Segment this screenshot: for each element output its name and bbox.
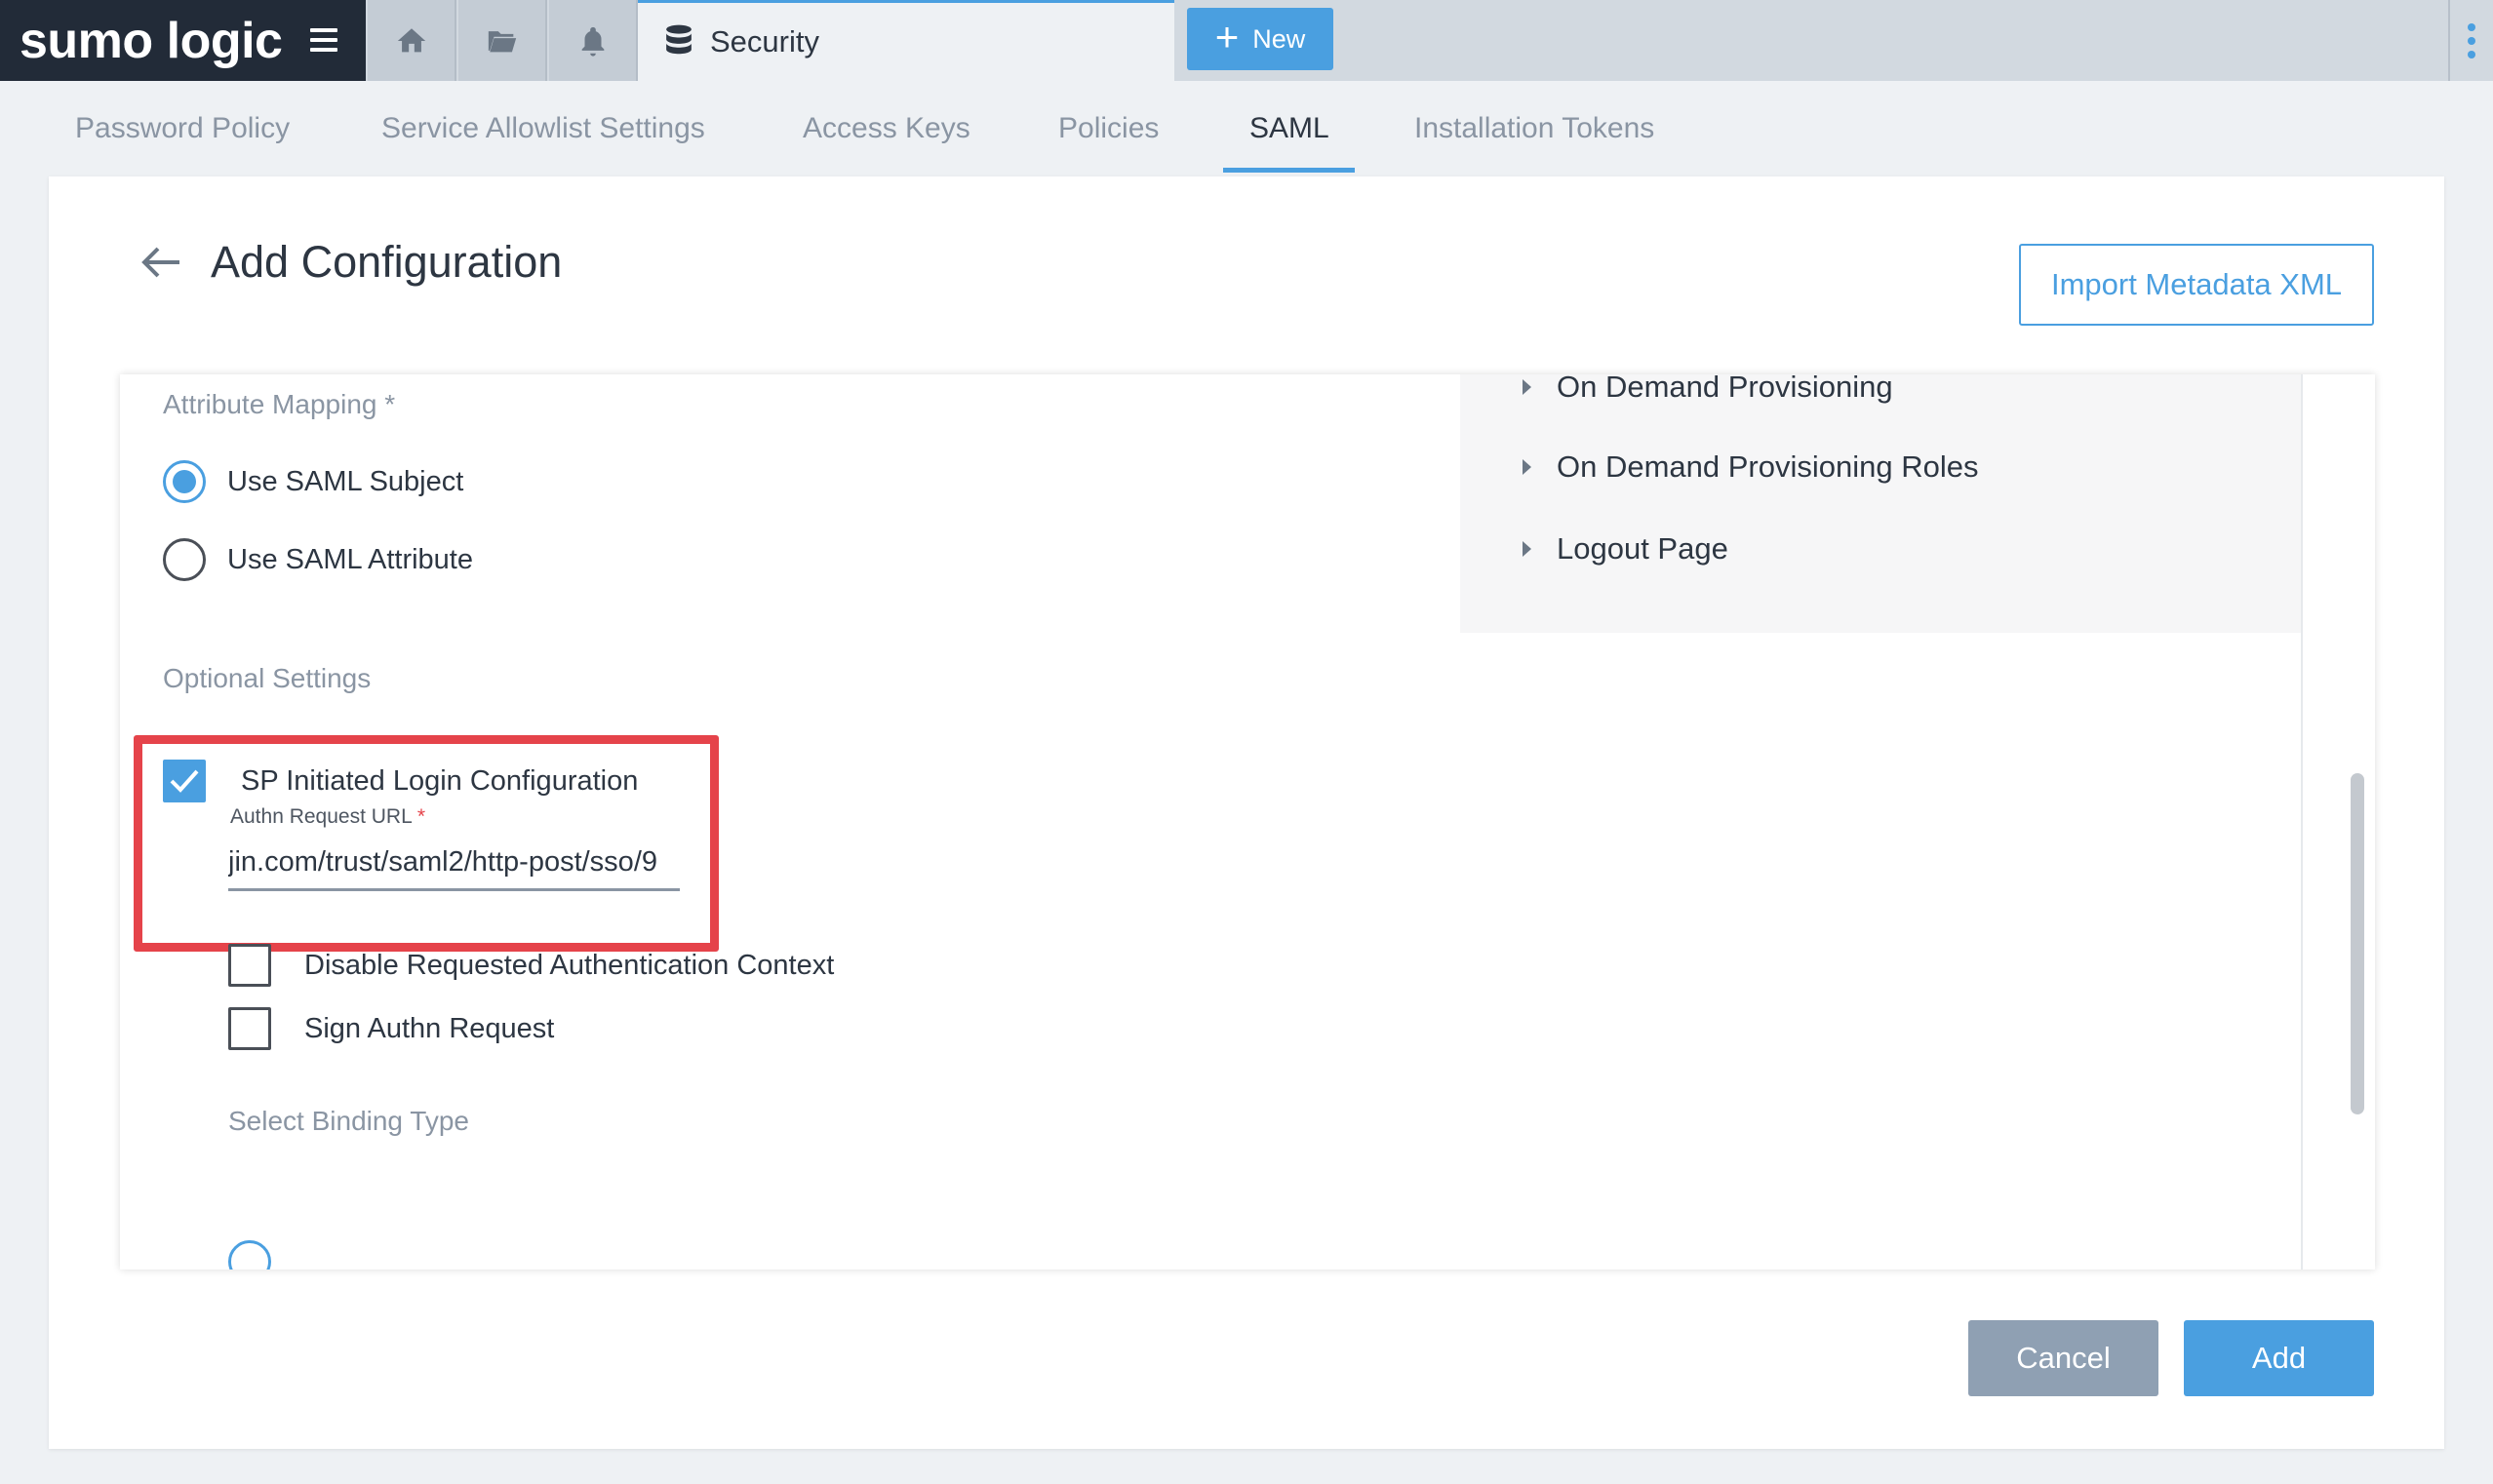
radio-label: Use SAML Attribute: [227, 543, 473, 575]
add-configuration-card: Add Configuration Import Metadata XML On…: [49, 176, 2444, 1449]
back-arrow-icon[interactable]: [138, 245, 183, 280]
checkbox-label: Sign Authn Request: [304, 1012, 555, 1044]
add-button[interactable]: Add: [2184, 1320, 2374, 1396]
top-bar: sumo logic Security + New: [0, 0, 2493, 81]
tab-access-keys[interactable]: Access Keys: [803, 112, 970, 145]
expand-on-demand-provisioning[interactable]: On Demand Provisioning: [1523, 374, 1893, 405]
attribute-mapping-label: Attribute Mapping *: [163, 389, 396, 419]
advanced-options-box: On Demand Provisioning On Demand Provisi…: [1460, 374, 2301, 633]
alerts-button[interactable]: [549, 0, 638, 81]
configuration-form-panel[interactable]: On Demand Provisioning On Demand Provisi…: [120, 374, 2375, 1269]
tab-installation-tokens[interactable]: Installation Tokens: [1414, 112, 1654, 145]
active-tab-indicator: [1223, 168, 1355, 173]
radio-use-saml-attribute[interactable]: Use SAML Attribute: [163, 538, 473, 581]
check-icon: [170, 769, 199, 793]
sign-authn-request-row[interactable]: Sign Authn Request: [228, 1007, 554, 1050]
optional-settings-label: Optional Settings: [163, 663, 372, 693]
authn-request-url-label: Authn Request URL *: [230, 805, 425, 829]
scrollbar-thumb[interactable]: [2351, 773, 2364, 1114]
sp-initiated-label: SP Initiated Login Configuration: [241, 764, 639, 797]
tab-security-label: Security: [710, 24, 819, 59]
radio-button[interactable]: [163, 538, 206, 581]
checkbox-label: Disable Requested Authentication Context: [304, 949, 835, 981]
expand-logout-page[interactable]: Logout Page: [1523, 531, 1728, 566]
brand: sumo logic: [0, 0, 366, 81]
sp-initiated-login-checkbox-row[interactable]: SP Initiated Login Configuration: [163, 760, 638, 802]
select-binding-type-label: Select Binding Type: [228, 1106, 469, 1136]
bell-icon: [581, 26, 604, 57]
folder-icon: [488, 30, 516, 52]
import-metadata-xml-button[interactable]: Import Metadata XML: [2019, 244, 2374, 326]
sign-authn-request-checkbox[interactable]: [228, 1007, 271, 1050]
sp-initiated-checkbox[interactable]: [163, 760, 206, 802]
disable-requested-auth-context-checkbox[interactable]: [228, 944, 271, 987]
kebab-menu-icon[interactable]: [2448, 0, 2493, 81]
library-button[interactable]: [458, 0, 547, 81]
authn-request-url-input[interactable]: [228, 837, 680, 891]
logo[interactable]: sumo logic: [20, 12, 283, 70]
expand-on-demand-provisioning-roles[interactable]: On Demand Provisioning Roles: [1523, 449, 1979, 485]
authn-request-url-text: Authn Request URL: [230, 805, 412, 828]
new-button[interactable]: + New: [1187, 8, 1333, 70]
hamburger-menu-icon[interactable]: [310, 28, 337, 52]
home-icon: [397, 27, 425, 52]
caret-right-icon: [1523, 379, 1531, 395]
binding-type-radio[interactable]: [228, 1240, 271, 1269]
required-mark: *: [416, 805, 426, 828]
radio-use-saml-subject[interactable]: Use SAML Subject: [163, 460, 463, 503]
expand-label: Logout Page: [1557, 531, 1728, 566]
caret-right-icon: [1523, 541, 1531, 557]
home-button[interactable]: [368, 0, 456, 81]
tab-password-policy[interactable]: Password Policy: [75, 112, 290, 145]
disable-requested-auth-context-row[interactable]: Disable Requested Authentication Context: [228, 944, 834, 987]
tab-policies[interactable]: Policies: [1058, 112, 1159, 145]
database-icon: [666, 24, 692, 55]
page-title: Add Configuration: [211, 237, 563, 287]
tab-service-allowlist-settings[interactable]: Service Allowlist Settings: [381, 112, 705, 145]
new-button-label: New: [1252, 23, 1306, 54]
plus-icon: +: [1214, 14, 1240, 59]
expand-label: On Demand Provisioning Roles: [1557, 449, 1979, 484]
radio-label: Use SAML Subject: [227, 465, 464, 497]
tab-security[interactable]: Security: [638, 0, 1174, 81]
caret-right-icon: [1523, 459, 1531, 475]
scrollbar-track[interactable]: [2301, 374, 2322, 1269]
tab-saml[interactable]: SAML: [1249, 112, 1329, 145]
expand-label: On Demand Provisioning: [1557, 374, 1893, 404]
radio-button[interactable]: [163, 460, 206, 503]
security-subtabs: Password Policy Service Allowlist Settin…: [0, 81, 2493, 176]
cancel-button[interactable]: Cancel: [1968, 1320, 2158, 1396]
